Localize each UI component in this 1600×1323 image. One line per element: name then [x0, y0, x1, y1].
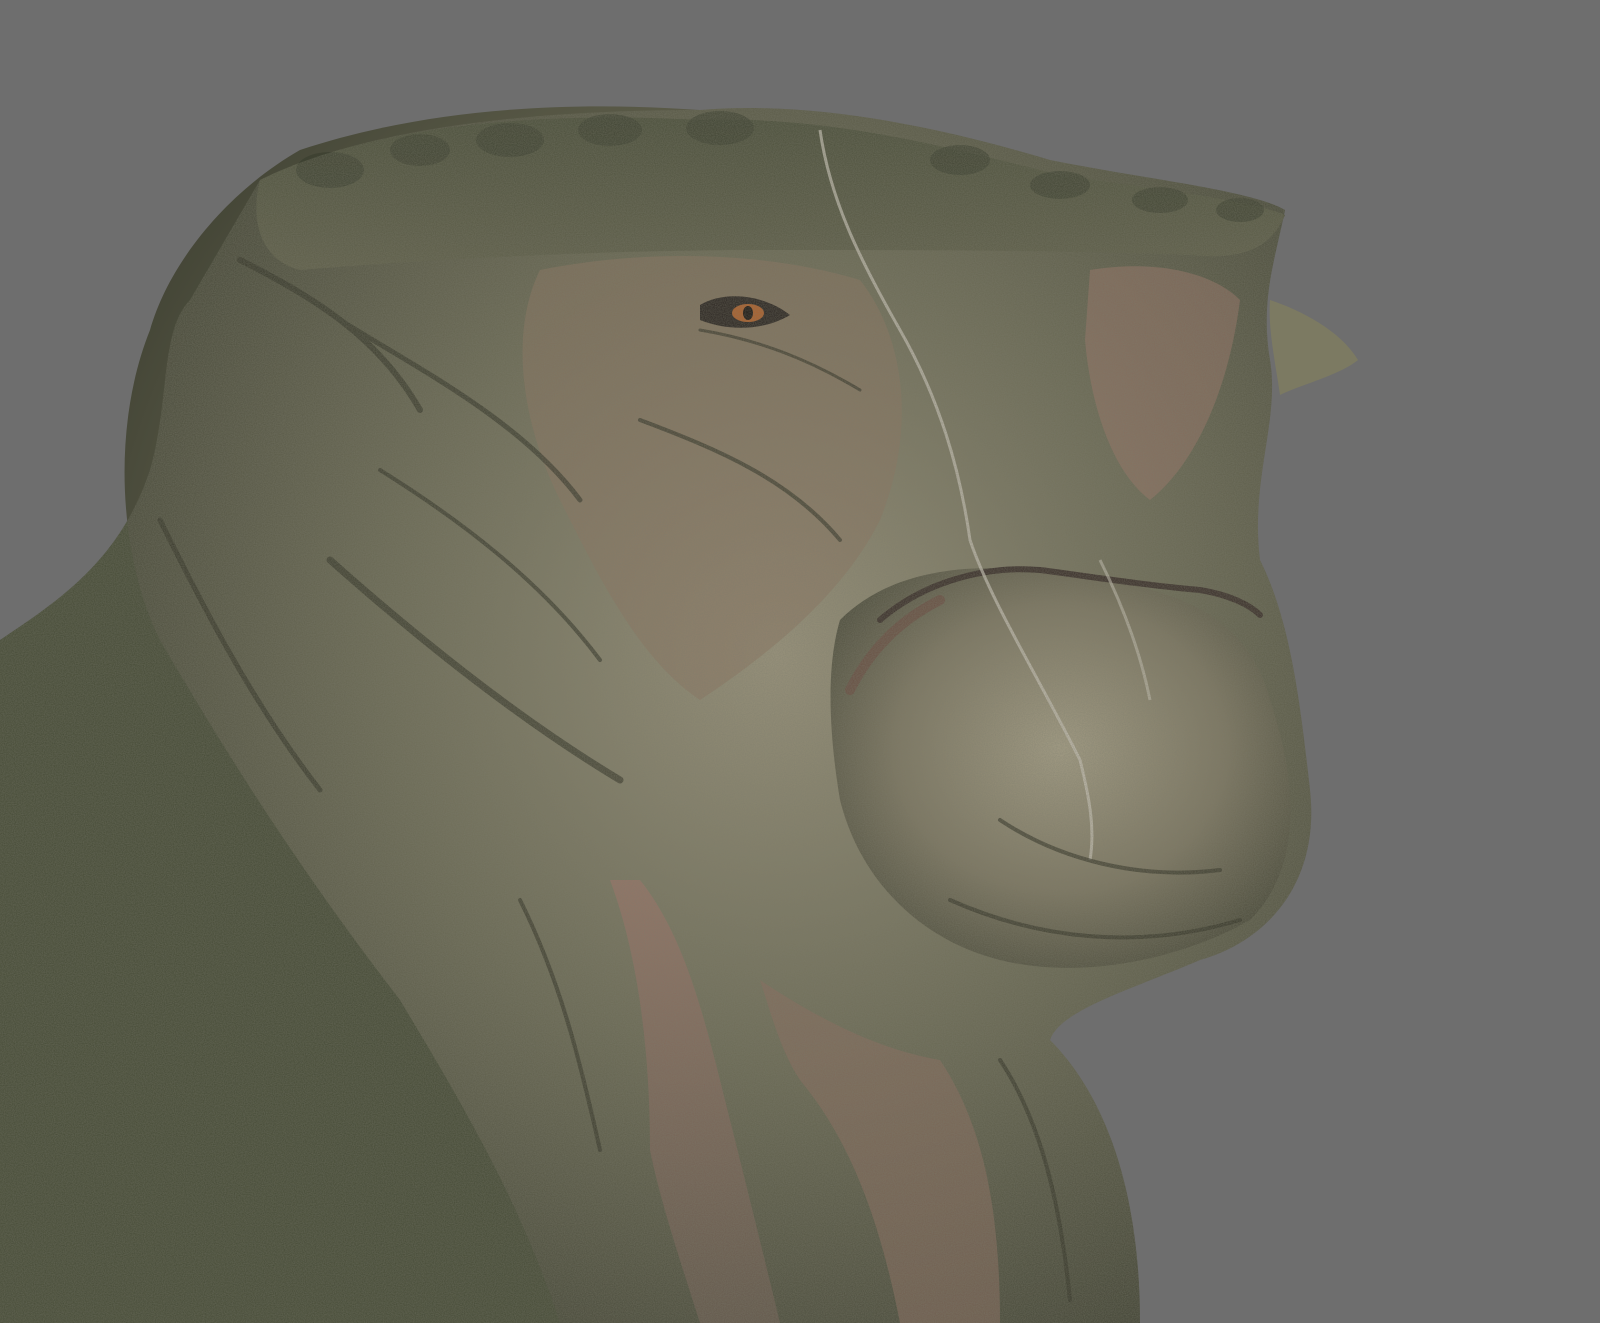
render-viewport: [0, 0, 1600, 1323]
creature-render: [0, 0, 1600, 1323]
